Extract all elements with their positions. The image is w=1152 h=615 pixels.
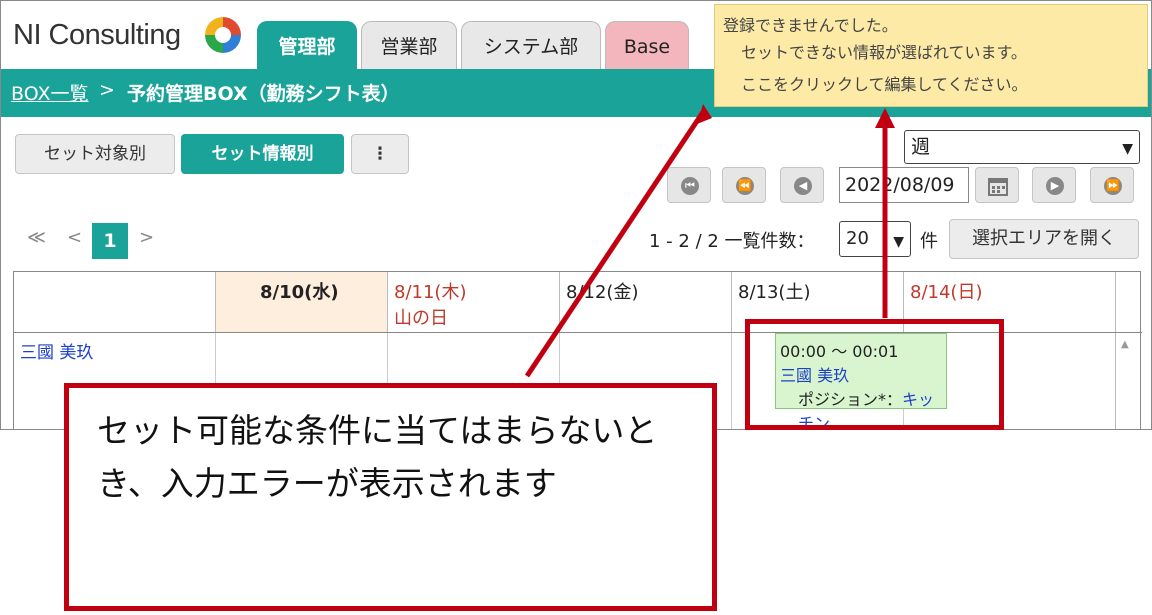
annotation-callout: セット可能な条件に当てはまらないとき、入力エラーが表示されます [64,383,717,611]
annotation-text: セット可能な条件に当てはまらないとき、入力エラーが表示されます [97,411,658,503]
highlight-arrowhead [875,108,895,128]
shift-highlight-box [745,319,1004,430]
callout-arrow-line [524,110,706,378]
